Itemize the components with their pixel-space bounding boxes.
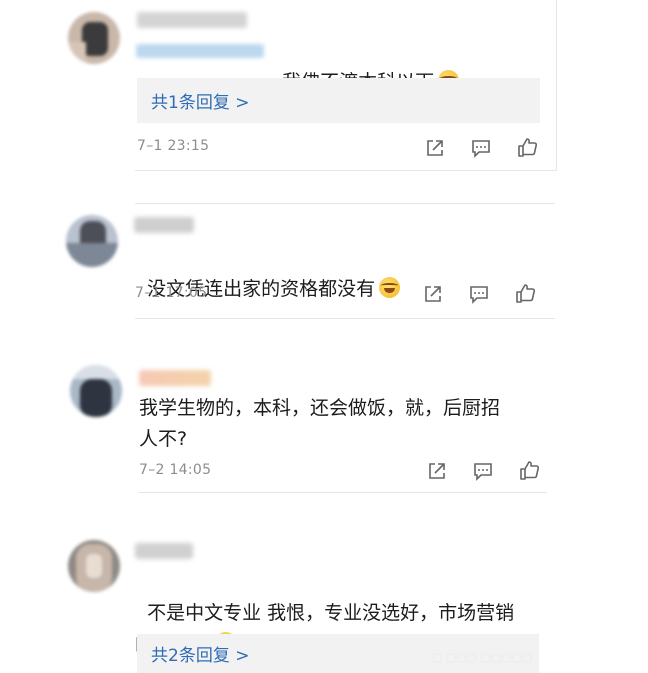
comment-divider bbox=[135, 170, 557, 171]
share-icon[interactable] bbox=[422, 283, 444, 305]
comment-time: 7–1 17:05 bbox=[135, 285, 208, 301]
watermark: ▢ ▢▢▢ ▢▢▢▢▢ bbox=[432, 651, 533, 664]
laughing-crying-emoji-icon bbox=[379, 277, 401, 298]
avatar[interactable] bbox=[68, 540, 120, 592]
username[interactable] bbox=[135, 543, 193, 559]
comment-divider bbox=[139, 492, 547, 493]
comment-time: 7–2 14:05 bbox=[139, 462, 212, 478]
username[interactable] bbox=[137, 12, 247, 28]
avatar[interactable] bbox=[70, 365, 122, 417]
username[interactable] bbox=[134, 217, 194, 233]
comment-icon[interactable] bbox=[472, 460, 494, 482]
thumbs-up-icon[interactable] bbox=[514, 282, 536, 304]
share-icon[interactable] bbox=[424, 137, 446, 159]
share-icon[interactable] bbox=[426, 460, 448, 482]
comment-icon[interactable] bbox=[468, 283, 490, 305]
comment-icon[interactable] bbox=[470, 137, 492, 159]
avatar[interactable] bbox=[66, 215, 118, 267]
username[interactable] bbox=[139, 370, 211, 386]
reply-count-link[interactable]: 共1条回复 > bbox=[137, 78, 540, 123]
thumbs-up-icon[interactable] bbox=[518, 459, 540, 481]
comment-divider bbox=[135, 318, 555, 319]
comment-divider bbox=[135, 203, 555, 204]
mention[interactable] bbox=[136, 44, 264, 58]
comment-text: 我学生物的，本科，还会做饭，就，后厨招 人不? bbox=[139, 397, 501, 450]
comment-time: 7–1 23:15 bbox=[137, 138, 210, 154]
reply-count-label: 共2条回复 > bbox=[151, 646, 250, 666]
avatar[interactable] bbox=[68, 12, 120, 64]
thumbs-up-icon[interactable] bbox=[516, 136, 538, 158]
reply-count-label: 共1条回复 > bbox=[151, 93, 250, 113]
card-border bbox=[556, 0, 557, 170]
